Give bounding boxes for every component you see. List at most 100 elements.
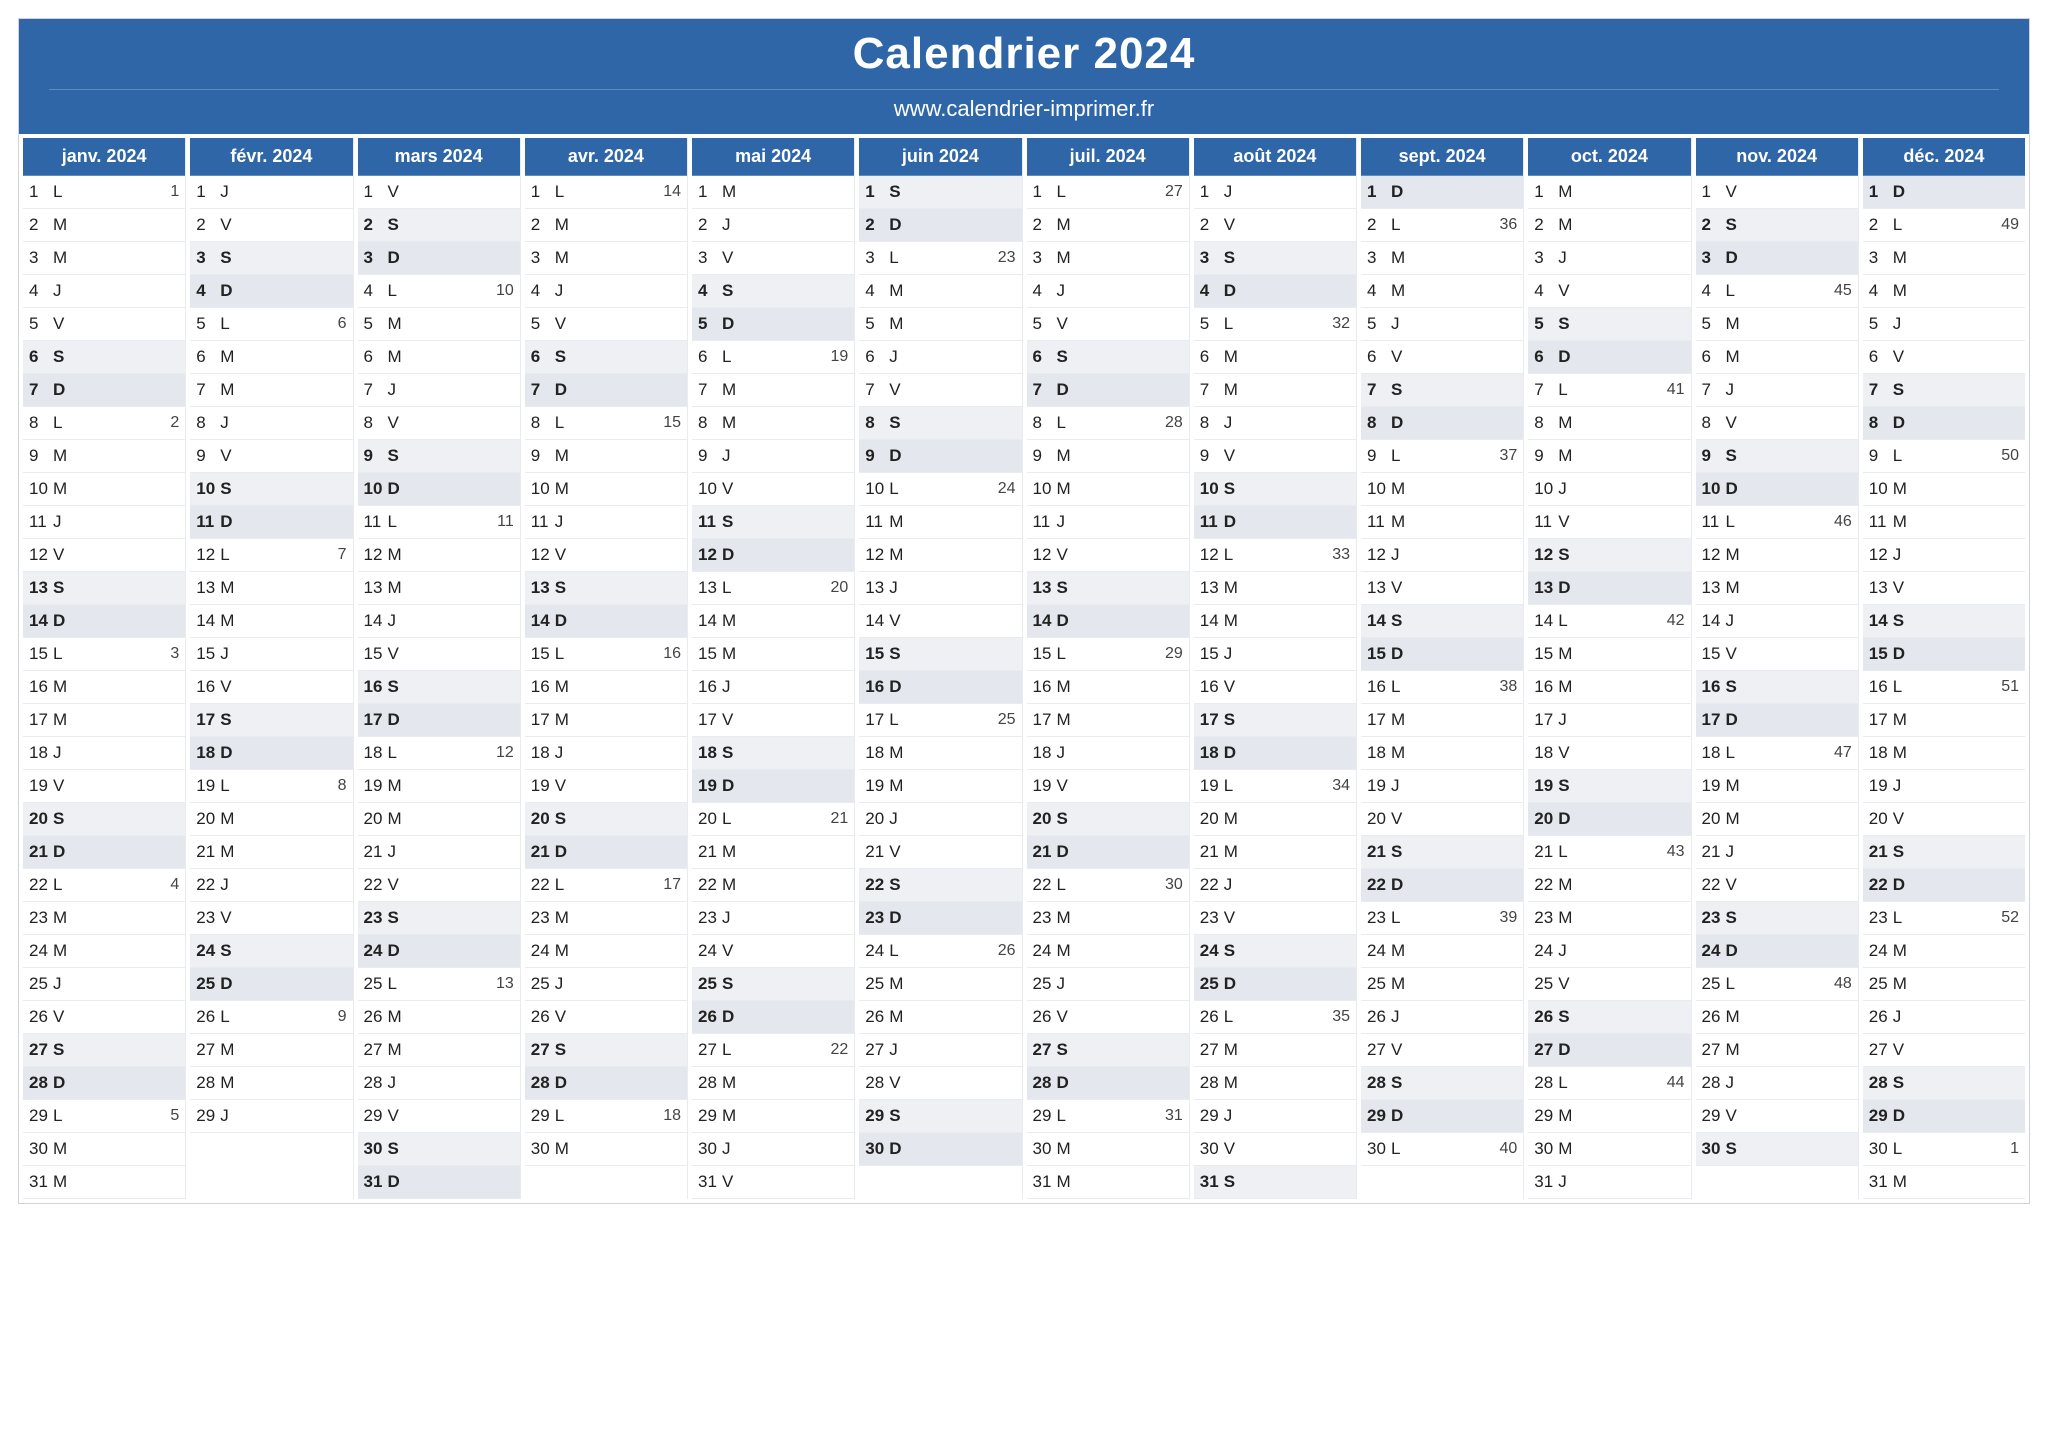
day-cell: 1L27 (1027, 176, 1189, 209)
day-number: 21 (29, 842, 53, 862)
day-number: 11 (698, 512, 722, 532)
day-number: 15 (865, 644, 889, 664)
day-of-week: M (1224, 809, 1248, 829)
day-number: 21 (865, 842, 889, 862)
day-number: 23 (865, 908, 889, 928)
calendar-title: Calendrier 2024 (19, 29, 2029, 79)
day-of-week: V (1893, 1040, 1917, 1060)
day-of-week: L (555, 182, 579, 202)
day-number: 3 (196, 248, 220, 268)
day-cell: 23M (1027, 902, 1189, 935)
day-cell: 11L11 (358, 506, 520, 539)
day-of-week: S (1893, 1073, 1917, 1093)
day-number: 7 (865, 380, 889, 400)
day-number: 31 (1869, 1172, 1893, 1192)
week-number: 28 (1081, 414, 1183, 432)
day-of-week: J (53, 281, 77, 301)
day-number: 10 (364, 479, 388, 499)
day-cell: 12V (23, 539, 185, 572)
day-of-week: J (220, 875, 244, 895)
day-number: 23 (1367, 908, 1391, 928)
day-number: 14 (196, 611, 220, 631)
day-cell: 24S (1194, 935, 1356, 968)
day-cell: 20S (23, 803, 185, 836)
day-of-week: D (1391, 1106, 1415, 1126)
day-of-week: L (889, 941, 913, 961)
day-number: 22 (1702, 875, 1726, 895)
day-cell: 12S (1528, 539, 1690, 572)
day-of-week: M (1391, 479, 1415, 499)
day-number: 25 (1033, 974, 1057, 994)
day-number: 19 (196, 776, 220, 796)
day-number: 28 (1702, 1073, 1726, 1093)
day-number: 23 (1033, 908, 1057, 928)
day-number: 28 (196, 1073, 220, 1093)
day-of-week: V (1726, 644, 1750, 664)
day-number: 19 (531, 776, 555, 796)
day-cell: 11S (692, 506, 854, 539)
day-number: 16 (29, 677, 53, 697)
day-of-week: J (555, 974, 579, 994)
day-cell: 30S (1696, 1133, 1858, 1166)
day-number: 25 (1200, 974, 1224, 994)
day-cell: 21L43 (1528, 836, 1690, 869)
day-number: 20 (1869, 809, 1893, 829)
day-cell: 15J (1194, 638, 1356, 671)
day-cell: 2L49 (1863, 209, 2025, 242)
day-cell: 28J (1696, 1067, 1858, 1100)
day-cell: 24J (1528, 935, 1690, 968)
day-of-week: V (722, 1172, 746, 1192)
day-of-week: L (1893, 1139, 1917, 1159)
day-cell: 27S (1027, 1034, 1189, 1067)
week-number: 45 (1750, 282, 1852, 300)
week-number: 46 (1750, 513, 1852, 531)
day-cell: 3M (23, 242, 185, 275)
day-cell: 20V (1361, 803, 1523, 836)
day-cell: 14V (859, 605, 1021, 638)
day-cell: 29V (358, 1100, 520, 1133)
day-of-week: J (1726, 1073, 1750, 1093)
day-of-week: L (722, 578, 746, 598)
day-number: 21 (1869, 842, 1893, 862)
day-of-week: S (889, 875, 913, 895)
day-cell: 30L40 (1361, 1133, 1523, 1166)
day-number: 19 (1033, 776, 1057, 796)
day-of-week: M (1057, 1139, 1081, 1159)
day-number: 24 (29, 941, 53, 961)
day-number: 14 (1534, 611, 1558, 631)
day-cell: 13L20 (692, 572, 854, 605)
day-number: 27 (29, 1040, 53, 1060)
month-column: juin 20241S2D3L234M5M6J7V8S9D10L2411M12M… (859, 138, 1022, 1199)
day-number: 13 (1033, 578, 1057, 598)
day-number: 18 (29, 743, 53, 763)
day-number: 28 (1869, 1073, 1893, 1093)
day-number: 15 (196, 644, 220, 664)
day-cell: 10M (1863, 473, 2025, 506)
day-cell: 22J (1194, 869, 1356, 902)
day-of-week: J (722, 908, 746, 928)
day-number: 14 (364, 611, 388, 631)
day-of-week: S (1726, 677, 1750, 697)
day-number: 15 (1367, 644, 1391, 664)
day-cell: 6M (1696, 341, 1858, 374)
day-cell: 25D (190, 968, 352, 1001)
day-number: 1 (1033, 182, 1057, 202)
day-cell: 13S (23, 572, 185, 605)
day-cell: 18J (23, 737, 185, 770)
day-cell: 26L9 (190, 1001, 352, 1034)
day-cell: 4S (692, 275, 854, 308)
day-cell: 10D (1696, 473, 1858, 506)
day-cell: 28M (1194, 1067, 1356, 1100)
day-cell: 19V (1027, 770, 1189, 803)
day-of-week: M (220, 1040, 244, 1060)
day-number: 14 (1869, 611, 1893, 631)
day-number: 17 (1869, 710, 1893, 730)
day-of-week: D (388, 248, 412, 268)
day-of-week: D (1558, 578, 1582, 598)
day-of-week: M (722, 380, 746, 400)
day-cell: 3D (1696, 242, 1858, 275)
day-of-week: V (1726, 1106, 1750, 1126)
day-of-week: M (1057, 710, 1081, 730)
day-cell: 8J (1194, 407, 1356, 440)
day-cell: 24L26 (859, 935, 1021, 968)
